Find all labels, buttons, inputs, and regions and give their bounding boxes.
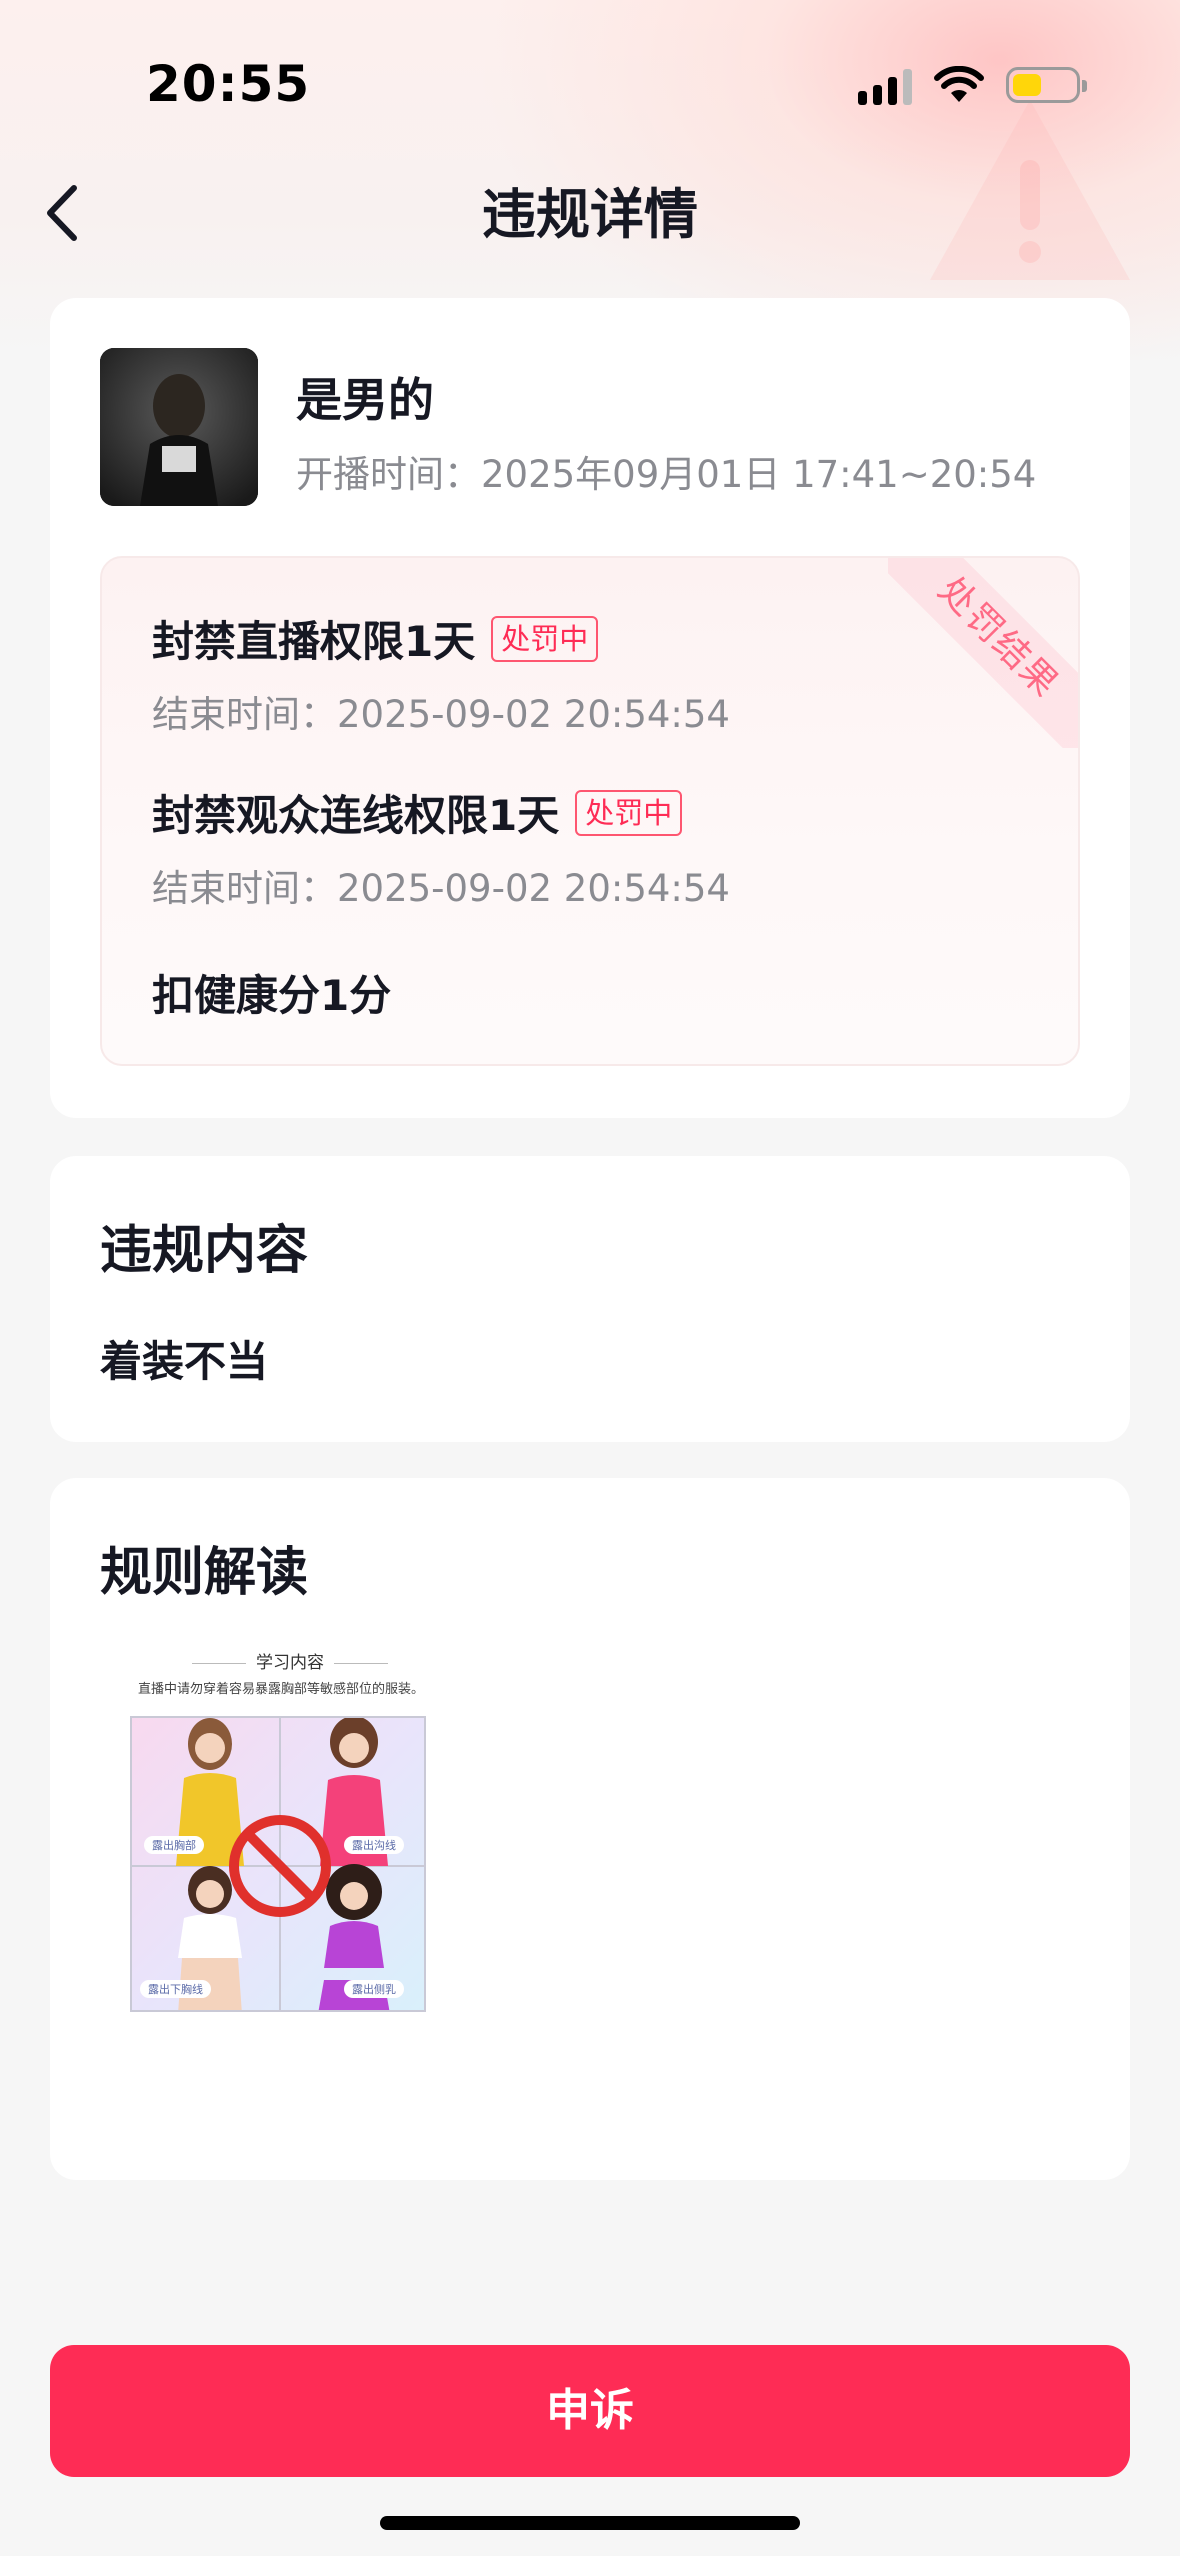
rule-image-desc: 直播中请勿穿着容易暴露胸部等敏感部位的服装。	[138, 1682, 425, 1697]
penalty-card: 是男的 开播时间：2025年09月01日 17:41~20:54 处罚结果 封禁…	[50, 298, 1130, 1118]
battery-icon	[1006, 67, 1087, 103]
appeal-button[interactable]: 申诉	[50, 2345, 1130, 2477]
penalty-item: 封禁观众连线权限1天 处罚中	[152, 782, 683, 843]
violation-content: 着装不当	[100, 1337, 269, 1386]
status-badge: 处罚中	[491, 615, 599, 662]
stream-time-value: 2025年09月01日 17:41~20:54	[481, 453, 1037, 496]
home-indicator[interactable]	[380, 2516, 800, 2530]
rule-illustration[interactable]: 学习内容 直播中请勿穿着容易暴露胸部等敏感部位的服装。 露出胸部 露出沟线 露出…	[130, 1648, 450, 2028]
rule-image-title: 学习内容	[130, 1648, 450, 1673]
penalty-item-title: 扣健康分1分	[152, 971, 392, 1020]
rule-image-label: 露出侧乳	[344, 1980, 404, 1998]
rules-card: 规则解读 学习内容 直播中请勿穿着容易暴露胸部等敏感部位的服装。 露出胸部 露出…	[50, 1478, 1130, 2180]
cellular-signal-icon	[858, 65, 912, 105]
rule-image-label: 露出下胸线	[140, 1980, 211, 1998]
rules-title: 规则解读	[100, 1543, 309, 1603]
violation-title: 违规内容	[100, 1221, 309, 1281]
status-time: 20:55	[146, 55, 311, 113]
penalty-item-title: 封禁观众连线权限1天	[152, 791, 560, 840]
stream-time: 开播时间：2025年09月01日 17:41~20:54	[296, 444, 1036, 498]
streamer-name: 是男的	[296, 373, 434, 427]
status-badge: 处罚中	[575, 789, 683, 836]
avatar[interactable]	[100, 348, 258, 506]
rule-image-label: 露出沟线	[344, 1836, 404, 1854]
penalty-item: 封禁直播权限1天 处罚中	[152, 608, 599, 669]
penalty-end-time: 结束时间：2025-09-02 20:54:54	[152, 867, 730, 910]
penalty-result-box: 处罚结果 封禁直播权限1天 处罚中 结束时间：2025-09-02 20:54:…	[100, 556, 1080, 1066]
penalty-end-time: 结束时间：2025-09-02 20:54:54	[152, 693, 730, 736]
violation-card: 违规内容 着装不当	[50, 1156, 1130, 1442]
status-icons	[858, 62, 1087, 108]
penalty-item: 扣健康分1分	[152, 962, 391, 1023]
rule-image-label: 露出胸部	[144, 1836, 204, 1854]
penalty-item-title: 封禁直播权限1天	[152, 617, 476, 666]
penalty-result-ribbon: 处罚结果	[888, 558, 1078, 748]
rule-image-grid: 露出胸部 露出沟线 露出下胸线 露出侧乳	[130, 1716, 426, 2012]
wifi-icon	[934, 66, 984, 102]
stream-time-label: 开播时间：	[296, 453, 481, 496]
page-title: 违规详情	[482, 183, 698, 246]
